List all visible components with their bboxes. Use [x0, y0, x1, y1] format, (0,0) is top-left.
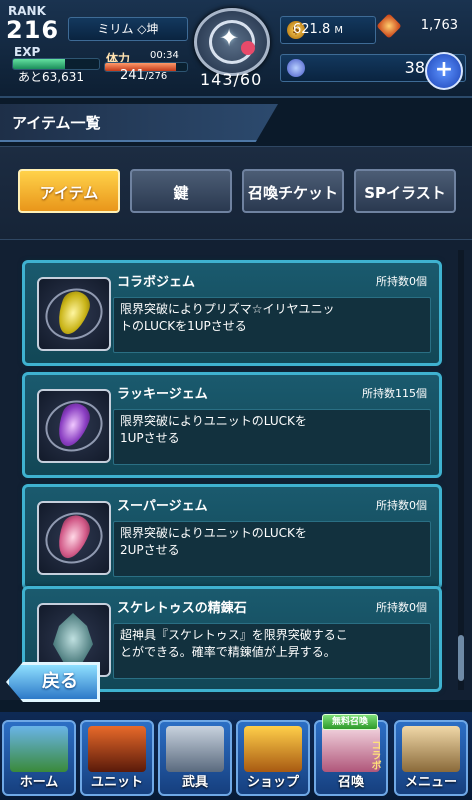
page-title-bar: アイテム一覧 — [0, 104, 278, 142]
item-description: 限界突破によりユニットのLUCKを 2UPさせる — [113, 521, 431, 577]
exp-remaining: あと63,631 — [18, 70, 84, 84]
sword-icon — [166, 726, 224, 772]
exp-label: EXP — [14, 45, 41, 59]
item-description: 超神具『スケレトゥス』を限界突破するこ とができる。確率で精錬値が上昇する。 — [113, 623, 431, 679]
item-description-line: とができる。確率で精錬値が上昇する。 — [120, 645, 336, 659]
house-icon — [10, 726, 68, 772]
item-description: 限界突破によりユニットのLUCKを 1UPさせる — [113, 409, 431, 465]
coins-unit: M — [334, 25, 343, 36]
item-list[interactable]: コラボジェム 所持数0個 限界突破によりプリズマ☆イリヤユニッ トのLUCKを1U… — [0, 240, 472, 700]
nav-menu[interactable]: メニュー — [394, 720, 468, 796]
tab-keys[interactable]: 鍵 — [130, 169, 232, 213]
item-description-line: 超神具『スケレトゥス』を限界突破するこ — [120, 628, 348, 642]
nav-equip[interactable]: 武具 — [158, 720, 232, 796]
tab-items[interactable]: アイテム — [18, 169, 120, 213]
pink-gem-icon — [37, 501, 111, 575]
stamina-max: /276 — [144, 71, 168, 82]
nav-label: ショップ — [246, 775, 299, 790]
orb-icon — [287, 59, 305, 77]
collab-badge: コラボ — [369, 740, 380, 770]
item-description-line: 限界突破によりプリズマ☆イリヤユニッ — [120, 302, 335, 316]
player-name[interactable]: ミリム ◇坤 — [68, 17, 188, 41]
list-item[interactable]: コラボジェム 所持数0個 限界突破によりプリズマ☆イリヤユニッ トのLUCKを1U… — [22, 260, 442, 366]
item-count: 所持数0個 — [376, 601, 427, 614]
stamina-medal[interactable]: ✦ — [194, 8, 270, 76]
item-count: 所持数0個 — [376, 499, 427, 512]
item-count: 所持数0個 — [376, 275, 427, 288]
stamina-current: 241 — [120, 68, 145, 83]
nav-unit[interactable]: ユニット — [80, 720, 154, 796]
item-name: コラボジェム — [117, 275, 196, 290]
nav-label: 召喚 — [337, 775, 364, 790]
tab-summon-tickets[interactable]: 召喚チケット — [242, 169, 344, 213]
treasure-chest-icon — [244, 726, 302, 772]
scrollbar-track[interactable] — [458, 250, 464, 690]
coins-box[interactable]: $ 621.8 M — [280, 16, 376, 44]
list-item[interactable]: ラッキージェム 所持数115個 限界突破によりユニットのLUCKを 1UPさせる — [22, 372, 442, 478]
ore-value: 1,763 — [420, 18, 458, 33]
stamina-timer: 00:34 — [150, 50, 179, 61]
unit-icon — [88, 726, 146, 772]
item-count: 所持数115個 — [362, 387, 427, 400]
book-icon — [402, 726, 460, 772]
stamina-value: 241/276 — [120, 68, 167, 83]
list-item[interactable]: スーパージェム 所持数0個 限界突破によりユニットのLUCKを 2UPさせる — [22, 484, 442, 590]
item-name: ラッキージェム — [117, 387, 208, 402]
ore-icon — [376, 13, 402, 39]
orbs-value: 38 — [404, 58, 425, 77]
nav-home[interactable]: ホーム — [2, 720, 76, 796]
item-description-line: トのLUCKを1UPさせる — [120, 319, 247, 333]
nav-label: ユニット — [90, 775, 143, 790]
tab-sp-illust[interactable]: SPイラスト — [354, 169, 456, 213]
item-description: 限界突破によりプリズマ☆イリヤユニッ トのLUCKを1UPさせる — [113, 297, 431, 353]
item-description-line: 限界突破によりユニットのLUCKを — [120, 414, 307, 428]
item-name: スーパージェム — [117, 499, 208, 514]
moon-icon — [241, 41, 255, 55]
coins-amount: 621.8 — [293, 22, 331, 37]
tab-area: アイテム 鍵 召喚チケット SPイラスト — [0, 146, 472, 241]
free-summon-badge: 無料召喚 — [322, 714, 378, 730]
nav-label: メニュー — [404, 775, 457, 790]
add-orbs-button[interactable]: + — [425, 52, 463, 90]
back-button[interactable]: 戻る — [6, 662, 100, 702]
yellow-gem-icon — [37, 277, 111, 351]
item-description-line: 限界突破によりユニットのLUCKを — [120, 526, 307, 540]
nav-label: ホーム — [19, 775, 59, 790]
rank-value: 216 — [6, 16, 60, 44]
page-title: アイテム一覧 — [12, 114, 101, 132]
medal-stamina-count: 143/60 — [200, 70, 263, 89]
nav-label: 武具 — [181, 775, 208, 790]
purple-gem-icon — [37, 389, 111, 463]
nav-shop[interactable]: ショップ — [236, 720, 310, 796]
item-description-line: 1UPさせる — [120, 431, 180, 445]
bottom-nav: ホーム ユニット 武具 ショップ 召喚 メニュー — [0, 712, 472, 800]
star-icon: ✦ — [219, 24, 240, 52]
item-name: スケレトゥスの精錬石 — [117, 601, 247, 616]
coins-value: 621.8 M — [293, 17, 343, 44]
item-description-line: 2UPさせる — [120, 543, 180, 557]
status-bar: RANK 216 ミリム ◇坤 EXP あと63,631 体力 00:34 24… — [0, 0, 472, 98]
dragon-head-icon — [53, 613, 93, 665]
scrollbar-thumb[interactable] — [458, 635, 464, 681]
